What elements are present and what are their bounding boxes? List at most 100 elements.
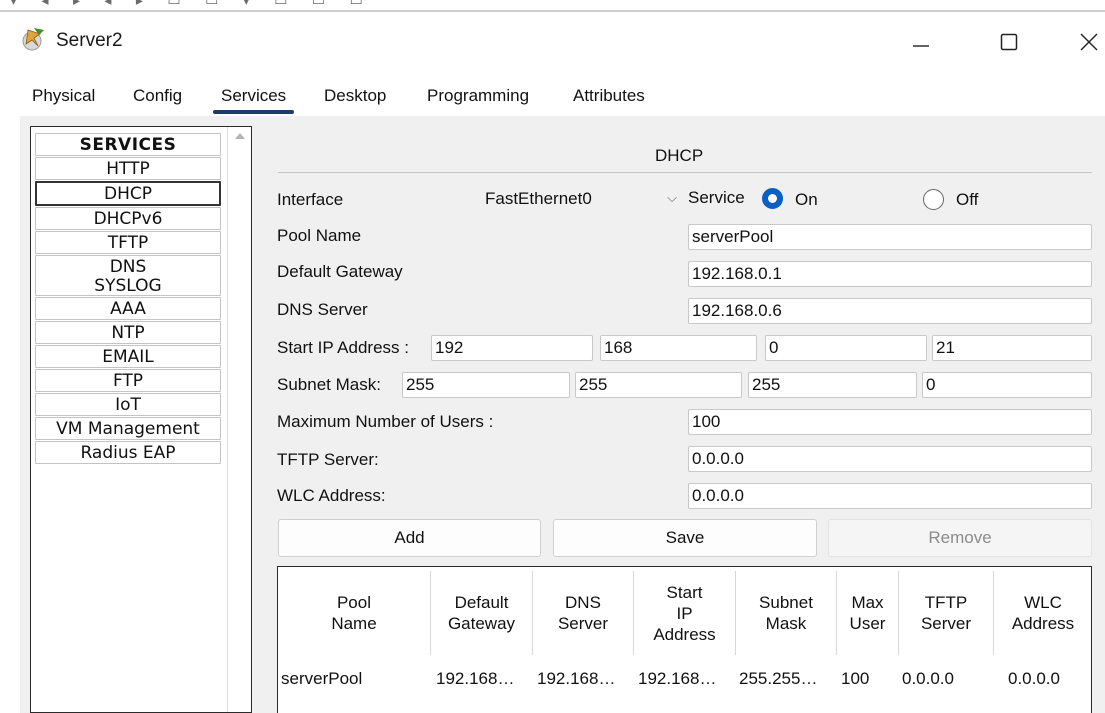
subnet-mask-octet-2[interactable]: 255 [575, 372, 742, 398]
column-header-pool-name-line-2: Name [331, 614, 377, 633]
service-item-ftp[interactable]: FTP [35, 369, 221, 392]
default-gateway-input[interactable]: 192.168.0.1 [688, 261, 1092, 287]
column-header-tftp-server-line-1: TFTP [924, 593, 968, 612]
service-item-http[interactable]: HTTP [35, 157, 221, 180]
column-header-subnet-mask-line-1: Subnet [759, 593, 813, 612]
column-header-tftp-server[interactable]: TFTP Server [899, 567, 993, 659]
tftp-server-input[interactable]: 0.0.0.0 [688, 446, 1092, 472]
column-header-default-gateway[interactable]: Default Gateway [431, 567, 532, 659]
service-item-vm-management[interactable]: VM Management [35, 417, 221, 440]
max-users-label: Maximum Number of Users : [277, 412, 494, 431]
subnet-mask-label: Subnet Mask: [277, 375, 381, 394]
service-item-email[interactable]: EMAIL [35, 345, 221, 368]
tab-desktop[interactable]: Desktop [324, 86, 386, 106]
column-header-start-ip-address[interactable]: Start IP Address [634, 567, 735, 659]
service-on-radio[interactable] [762, 188, 783, 209]
close-button[interactable] [1066, 22, 1105, 62]
column-header-start-ip-line-1: Start [666, 582, 703, 602]
service-item-dns[interactable]: DNS SYSLOG [35, 255, 221, 296]
minimize-button[interactable] [898, 22, 944, 62]
save-button[interactable]: Save [553, 519, 817, 557]
services-panel: SERVICES HTTP DHCP DHCPv6 TFTP DNS SYSLO… [20, 116, 1105, 713]
scroll-up-arrow-icon[interactable] [235, 133, 245, 139]
start-ip-label: Start IP Address : [277, 338, 409, 357]
services-header: SERVICES [35, 133, 221, 156]
interface-select-value: FastEthernet0 [485, 189, 592, 208]
column-header-wlc-address[interactable]: WLC Address [994, 567, 1092, 659]
column-header-subnet-mask-line-2: Mask [765, 614, 807, 633]
column-header-wlc-address-line-2: Address [1011, 614, 1075, 633]
column-header-dns-server-line-1: DNS [565, 593, 601, 612]
tab-programming[interactable]: Programming [427, 86, 529, 106]
interface-select[interactable]: FastEthernet0 ⌵ [481, 185, 681, 213]
column-header-dns-server[interactable]: DNS Server [533, 567, 633, 659]
subnet-mask-octet-3[interactable]: 255 [748, 372, 917, 398]
interface-label: Interface [277, 190, 344, 209]
cell-dns-server: 192.168… [537, 669, 616, 688]
service-item-iot[interactable]: IoT [35, 393, 221, 416]
service-item-ntp[interactable]: NTP [35, 321, 221, 344]
service-item-syslog-label: SYSLOG [94, 276, 162, 296]
parent-toolbar-icons: ▾ ◂ ▸ ◂ ▸ ▭ ▭ ▾ ▭ ▭ ▭ [10, 0, 373, 9]
service-off-radio[interactable] [923, 189, 944, 210]
services-scrollbar[interactable] [227, 127, 251, 712]
service-item-dhcp[interactable]: DHCP [35, 181, 221, 206]
start-ip-octet-3[interactable]: 0 [765, 335, 927, 361]
start-ip-octet-4[interactable]: 21 [932, 335, 1092, 361]
cell-default-gateway: 192.168… [436, 669, 515, 688]
dhcp-title: DHCP [655, 146, 704, 165]
column-header-default-gateway-line-1: Default [454, 593, 509, 612]
dns-server-label: DNS Server [277, 300, 368, 319]
column-header-start-ip-line-2: IP [676, 603, 693, 623]
wlc-address-input[interactable]: 0.0.0.0 [688, 483, 1092, 509]
cell-start-ip: 192.168… [638, 669, 717, 688]
service-item-radius-eap[interactable]: Radius EAP [35, 441, 221, 464]
start-ip-octet-2[interactable]: 168 [600, 335, 757, 361]
column-header-pool-name[interactable]: Pool Name [278, 567, 430, 659]
tab-services[interactable]: Services [212, 86, 295, 114]
tftp-server-label: TFTP Server: [277, 450, 379, 469]
remove-button[interactable]: Remove [828, 519, 1092, 557]
start-ip-octet-1[interactable]: 192 [431, 335, 593, 361]
cell-tftp-server: 0.0.0.0 [902, 669, 954, 688]
dns-server-input[interactable]: 192.168.0.6 [688, 298, 1092, 324]
column-header-max-user[interactable]: Max User [837, 567, 898, 659]
subnet-mask-octet-4[interactable]: 0 [922, 372, 1092, 398]
pool-name-label: Pool Name [277, 226, 362, 245]
tab-physical[interactable]: Physical [32, 86, 95, 106]
service-item-dhcpv6[interactable]: DHCPv6 [35, 207, 221, 230]
service-off-label: Off [956, 190, 979, 209]
service-item-dns-label: DNS [109, 257, 147, 277]
column-header-pool-name-line-1: Pool [336, 593, 371, 612]
minimize-icon [913, 45, 929, 47]
close-icon [1080, 33, 1098, 51]
max-users-input[interactable]: 100 [688, 409, 1092, 435]
dhcp-title-divider [278, 172, 1092, 173]
column-header-subnet-mask[interactable]: Subnet Mask [736, 567, 836, 659]
default-gateway-label: Default Gateway [277, 262, 403, 281]
cell-subnet-mask: 255.255… [739, 669, 818, 688]
column-header-tftp-server-line-2: Server [920, 614, 972, 633]
chevron-down-icon: ⌵ [667, 191, 677, 206]
service-on-label: On [795, 190, 818, 209]
column-header-dns-server-line-2: Server [557, 614, 609, 633]
column-header-start-ip-line-3: Address [653, 624, 716, 644]
tab-bar: Physical Config Services Desktop Program… [20, 80, 670, 118]
tab-attributes[interactable]: Attributes [573, 86, 645, 106]
cell-pool-name: serverPool [281, 669, 363, 688]
title-bar: Server2 [0, 12, 1105, 72]
window-title: Server2 [56, 30, 123, 51]
dhcp-pool-table[interactable]: Pool Name Default Gateway DNS Server Start I… [277, 566, 1092, 713]
pool-name-input[interactable]: serverPool [688, 224, 1092, 250]
parent-toolbar-strip: ▾ ◂ ▸ ◂ ▸ ▭ ▭ ▾ ▭ ▭ ▭ [0, 0, 1105, 12]
cell-wlc-address: 0.0.0.0 [1008, 669, 1060, 688]
service-label: Service [688, 188, 745, 207]
column-header-default-gateway-line-2: Gateway [447, 614, 516, 633]
service-item-tftp[interactable]: TFTP [35, 231, 221, 254]
maximize-icon [1000, 33, 1018, 51]
add-button[interactable]: Add [278, 519, 541, 557]
subnet-mask-octet-1[interactable]: 255 [402, 372, 570, 398]
maximize-button[interactable] [986, 22, 1032, 62]
service-item-aaa[interactable]: AAA [35, 297, 221, 320]
tab-config[interactable]: Config [133, 86, 182, 106]
